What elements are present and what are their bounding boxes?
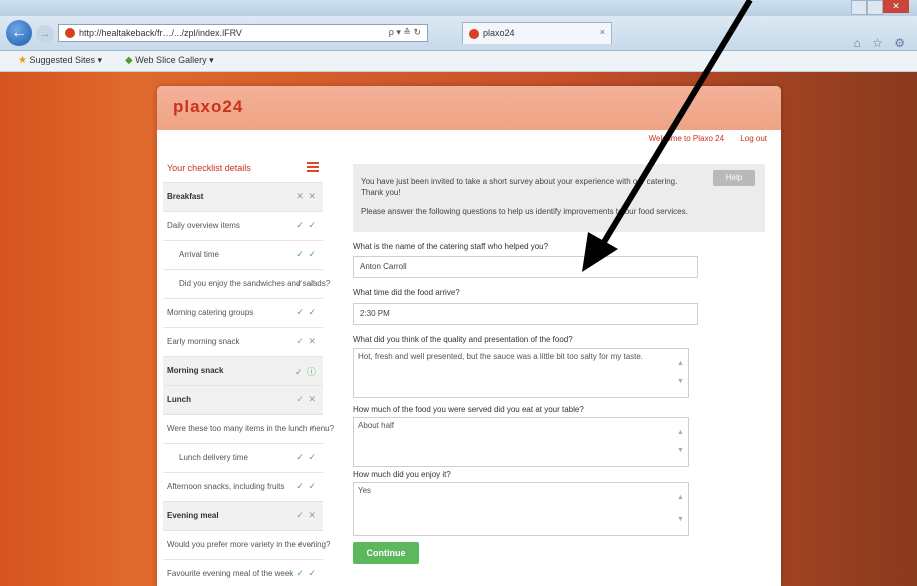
back-button[interactable]: ← [6, 20, 32, 46]
scrollbar[interactable]: ▲ ▼ [676, 418, 686, 466]
favorites-bar: ★ Suggested Sites ▾ ◆ Web Slice Gallery … [0, 51, 917, 72]
question-4-textarea[interactable]: About half ▲ ▼ [353, 417, 689, 467]
help-button[interactable]: Help [713, 170, 755, 186]
sidebar-item[interactable]: Did you enjoy the sandwiches and salads?… [163, 269, 330, 298]
sidebar-item-label: Lunch [167, 395, 191, 404]
favorites-star-icon: ★ [18, 55, 27, 66]
question-4-value: About half [358, 421, 395, 430]
url-text: http://healtakeback/fr…/.../zpl/index.lF… [79, 28, 242, 38]
sidebar-item-label: Lunch delivery time [179, 453, 248, 462]
sidebar-item-label: Morning snack [167, 366, 224, 375]
question-3-textarea[interactable]: Hot, fresh and well presented, but the s… [353, 348, 689, 398]
checklist-sidebar: Your checklist details Breakfast ✕ ✕ Daily… [163, 156, 334, 586]
page-card: plaxo24 Welcome to Plaxo 24 Log out Your… [157, 86, 781, 586]
status-icon: ✓ ⓘ [294, 367, 317, 377]
web-slice-icon: ◆ [125, 55, 133, 66]
sidebar-item[interactable]: Morning catering groups ✓ ✓ [163, 298, 323, 327]
sidebar-item-label: Favourite evening meal of the week [167, 569, 294, 578]
forward-button[interactable]: → [36, 25, 54, 43]
browser-title-bar: ✕ [0, 0, 917, 16]
question-1-input[interactable]: Anton Carroll [353, 256, 698, 278]
question-3-label: What did you think of the quality and pr… [353, 335, 573, 344]
minimize-button[interactable] [851, 0, 867, 15]
site-banner: plaxo24 [157, 86, 781, 130]
sidebar-item[interactable]: Daily overview items ✓ ✓ [163, 211, 323, 240]
maximize-button[interactable] [867, 0, 883, 15]
sidebar-item[interactable]: Breakfast ✕ ✕ [163, 182, 323, 211]
question-5-textarea[interactable]: Yes ▲ ▼ [353, 482, 689, 536]
status-icon: ✓ ✕ [296, 336, 317, 346]
status-icon: ✓ ✕ [296, 394, 317, 404]
sidebar-item[interactable]: Lunch ✓ ✕ [163, 385, 323, 414]
status-icon: ✕ ✕ [296, 191, 317, 201]
sidebar-item-label: Morning catering groups [167, 308, 254, 317]
sidebar-item[interactable]: Would you prefer more variety in the eve… [163, 530, 331, 559]
close-window-button[interactable]: ✕ [883, 0, 909, 13]
status-icon: ✓ ✓ [296, 307, 317, 317]
sidebar-item[interactable]: Morning snack ✓ ⓘ [163, 356, 323, 385]
sidebar-item[interactable]: Evening meal ✓ ✕ [163, 501, 323, 530]
status-icon: ✓ ✓ [296, 539, 317, 549]
status-icon: ✓ ✓ [296, 220, 317, 230]
question-4-label: How much of the food you were served did… [353, 405, 584, 414]
sidebar-item-label: Afternoon snacks, including fruits [167, 482, 285, 491]
question-1-label: What is the name of the catering staff w… [353, 242, 549, 251]
address-controls[interactable]: ρ ▾ ≙ ↻ [389, 27, 421, 38]
sidebar-item-label: Arrival time [179, 250, 220, 259]
sidebar-item[interactable]: Were these too many items in the lunch m… [163, 414, 334, 443]
sidebar-item-label: Breakfast [167, 192, 204, 201]
status-icon: ✓ ✓ [296, 423, 317, 433]
intro-panel: You have just been invited to take a sho… [353, 164, 765, 232]
status-icon: ✓ ✕ [296, 510, 317, 520]
status-icon: ✓ ✓ [296, 452, 317, 462]
window-controls: ✕ [851, 0, 911, 15]
sidebar-item-label: Daily overview items [167, 221, 240, 230]
address-bar[interactable]: http://healtakeback/fr…/.../zpl/index.lF… [58, 24, 428, 42]
sidebar-rows: Breakfast ✕ ✕ Daily overview items ✓ ✓ Arriv… [163, 182, 334, 586]
tab-title: plaxo24 [483, 28, 515, 38]
question-3-value: Hot, fresh and well presented, but the s… [358, 352, 644, 361]
status-icon: ✓ ✓ [296, 568, 317, 578]
favorite-web-slice-gallery[interactable]: ◆ Web Slice Gallery ▾ [125, 55, 214, 66]
top-links: Welcome to Plaxo 24 Log out [635, 134, 767, 143]
intro-instructions: Please answer the following questions to… [361, 207, 688, 216]
tab-favicon-icon [469, 29, 479, 39]
logout-link[interactable]: Log out [740, 134, 767, 143]
status-icon: ✓ ✓ [296, 278, 317, 288]
sidebar-header: Your checklist details [163, 156, 323, 182]
favorite-suggested-sites[interactable]: ★ Suggested Sites ▾ [18, 55, 102, 66]
welcome-link[interactable]: Welcome to Plaxo 24 [649, 134, 724, 143]
menu-icon[interactable] [307, 162, 319, 172]
site-favicon-icon [65, 28, 75, 38]
sidebar-item[interactable]: Lunch delivery time ✓ ✓ [163, 443, 323, 472]
browser-toolbar-icons[interactable]: ⌂ ☆ ⚙ [854, 36, 909, 50]
scrollbar[interactable]: ▲ ▼ [676, 483, 686, 535]
sidebar-item[interactable]: Arrival time ✓ ✓ [163, 240, 323, 269]
scrollbar[interactable]: ▲ ▼ [676, 349, 686, 397]
intro-text: You have just been invited to take a sho… [361, 177, 678, 197]
status-icon: ✓ ✓ [296, 481, 317, 491]
sidebar-item[interactable]: Early morning snack ✓ ✕ [163, 327, 323, 356]
site-logo: plaxo24 [173, 97, 244, 116]
browser-nav-bar: ← → http://healtakeback/fr…/.../zpl/inde… [0, 16, 917, 51]
sidebar-item[interactable]: Afternoon snacks, including fruits ✓ ✓ [163, 472, 323, 501]
tab-close-icon[interactable]: × [600, 27, 605, 37]
sidebar-item-label: Early morning snack [167, 337, 240, 346]
sidebar-item-label: Evening meal [167, 511, 219, 520]
sidebar-title: Your checklist details [167, 163, 251, 173]
status-icon: ✓ ✓ [296, 249, 317, 259]
question-2-label: What time did the food arrive? [353, 288, 460, 297]
question-5-value: Yes [358, 486, 372, 495]
continue-button[interactable]: Continue [353, 542, 419, 564]
question-2-input[interactable]: 2:30 PM [353, 303, 698, 325]
browser-tab[interactable]: plaxo24 × [462, 22, 612, 44]
question-5-label: How much did you enjoy it? [353, 470, 451, 479]
